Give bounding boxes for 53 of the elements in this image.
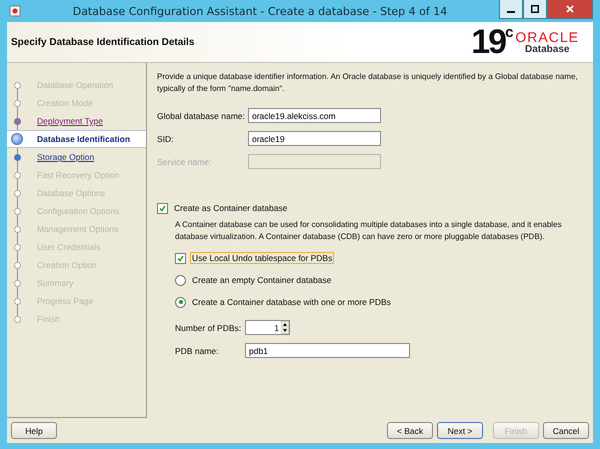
- step-dot-icon: [14, 316, 21, 322]
- dialog-button[interactable]: Help: [11, 422, 57, 439]
- step-dot-icon: [14, 208, 21, 214]
- step-dot-icon: [14, 244, 21, 250]
- step-dot-icon: [14, 118, 21, 124]
- radio-button[interactable]: [175, 274, 186, 286]
- step-dot-icon: [14, 172, 21, 178]
- step-item[interactable]: Database Identification: [7, 130, 146, 148]
- checkbox[interactable]: [157, 202, 168, 214]
- maximize-icon: [531, 5, 539, 13]
- step-dot-icon: [14, 190, 21, 196]
- maximize-button[interactable]: [523, 0, 547, 19]
- radio-label: Create an empty Container database: [191, 274, 332, 286]
- step-dot-icon: [14, 82, 21, 88]
- step-item[interactable]: Deployment Type: [7, 112, 146, 130]
- check-icon: [177, 254, 184, 262]
- step-item[interactable]: Storage Option: [7, 148, 146, 166]
- step-dot-icon: [14, 100, 21, 106]
- input-field[interactable]: oracle19: [248, 131, 381, 146]
- input-field[interactable]: pdb1: [245, 343, 410, 358]
- window-title: Database Configuration Assistant - Create a database - Step 4 of 14: [72, 4, 448, 18]
- radio-button[interactable]: [175, 296, 186, 308]
- field-label: Service name:: [157, 156, 212, 166]
- close-icon: [566, 5, 574, 13]
- field-label: PDB name:: [175, 346, 220, 356]
- checkbox-label: Use Local Undo tablespace for PDBs: [190, 252, 334, 264]
- minimize-button[interactable]: [499, 0, 523, 19]
- input-field[interactable]: oracle19.alekciss.com: [248, 108, 381, 123]
- checkbox[interactable]: [175, 252, 186, 264]
- logo-product: Database: [524, 44, 570, 54]
- step-dot-icon: [11, 133, 23, 145]
- step-dot-icon: [14, 298, 21, 304]
- step-dot-icon: [14, 280, 21, 286]
- container-description: A Container database can be used for consolidating multiple databases into a single database, and it enables database virtualization. A Container database (CDB) can have zero or more pluggable databases (PDB).: [175, 219, 562, 243]
- dialog-button[interactable]: Next >: [437, 422, 483, 439]
- step-dot-icon: [14, 262, 21, 268]
- check-icon: [159, 204, 166, 212]
- intro-text: Provide a unique database identifier information. An Oracle database is uniquely identified by a Global database name, typically of the form "name.domain".: [157, 71, 579, 95]
- logo-brand: ORACLE: [515, 30, 579, 44]
- field-label: SID:: [157, 134, 175, 144]
- app-icon: [9, 5, 21, 17]
- number-spinner[interactable]: 1: [245, 320, 290, 335]
- field-label: Global database name:: [157, 110, 246, 120]
- step-dot-icon: [14, 226, 21, 232]
- field-label: Number of PDBs:: [175, 322, 242, 332]
- close-button[interactable]: [547, 0, 593, 19]
- step-dot-icon: [14, 154, 21, 160]
- radio-label: Create a Container database with one or more PDBs: [191, 296, 392, 308]
- dialog-button[interactable]: Cancel: [543, 422, 589, 439]
- spinner-arrows-icon: [281, 321, 289, 334]
- checkbox-label: Create as Container database: [173, 202, 288, 214]
- page-title: Specify Database Identification Details: [11, 36, 194, 48]
- dialog-button[interactable]: < Back: [387, 422, 433, 439]
